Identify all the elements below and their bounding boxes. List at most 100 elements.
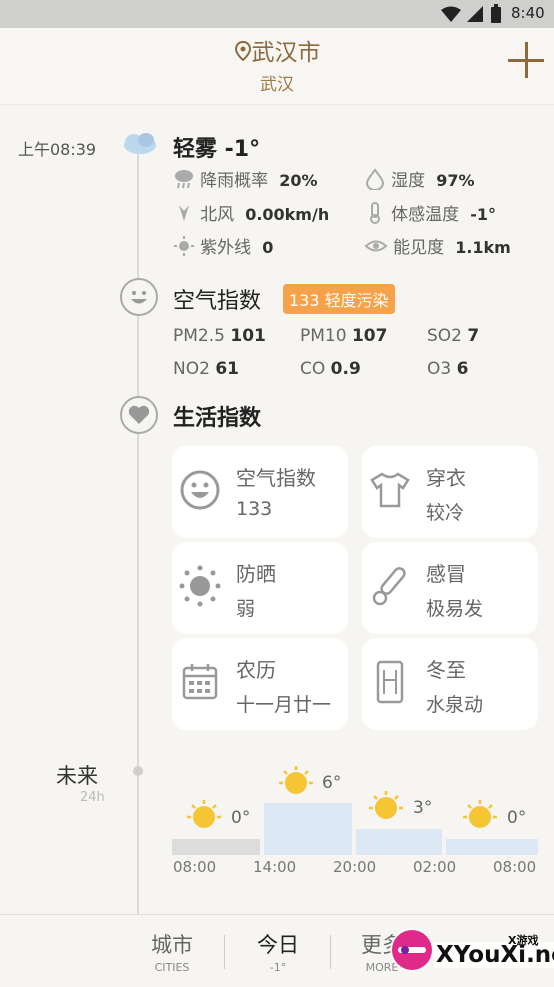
rain-cloud-icon: [175, 170, 193, 189]
uv-sun-icon: [174, 236, 194, 256]
city-title[interactable]: 武汉市: [0, 33, 554, 67]
location-pin-icon: [234, 41, 251, 61]
air-title: 空气指数: [173, 289, 262, 314]
forecast-sub: 24h: [80, 790, 105, 805]
city-name: 武汉市: [251, 40, 321, 66]
nav-divider: [330, 935, 331, 969]
forecast-bar-1: [172, 839, 260, 855]
sun-icon: [369, 791, 403, 819]
life-card-value: 极易发: [426, 598, 484, 620]
life-card-title: 穿衣: [426, 466, 466, 490]
calendar-icon: [182, 664, 218, 700]
status-bar: 8:40: [0, 0, 554, 28]
air-smile-icon: [120, 278, 158, 316]
nav-today-sublabel: -1°: [269, 961, 287, 974]
no2-value: 61: [215, 359, 239, 379]
nav-today-label: 今日: [257, 933, 299, 957]
so2-name: SO2: [427, 326, 462, 346]
droplet-icon: [365, 168, 385, 191]
o3-value: 6: [456, 359, 469, 379]
sun-icon: [187, 800, 221, 828]
life-card-value: 133: [236, 498, 273, 520]
header: 武汉市 武汉: [0, 28, 554, 105]
thermometer-small-icon: [370, 202, 380, 224]
feel-label: 体感温度: [391, 205, 460, 225]
life-card-title: 感冒: [426, 562, 466, 586]
life-card-air[interactable]: 空气指数 133: [172, 446, 348, 538]
nav-cities[interactable]: 城市 CITIES: [130, 929, 214, 974]
life-card-value: 弱: [236, 598, 256, 620]
heart-icon: [120, 396, 158, 434]
co-value: 0.9: [330, 359, 361, 379]
life-card-cold[interactable]: 感冒 极易发: [362, 542, 538, 634]
timeline-line: [137, 150, 139, 915]
visibility-value: 1.1km: [455, 238, 511, 257]
fog-cloud-icon: [124, 133, 156, 154]
forecast-time: 08:00: [493, 858, 537, 876]
life-card-value: 十一月廿一: [236, 694, 332, 716]
observation-time: 上午08:39: [18, 140, 97, 159]
humidity-value: 97%: [436, 171, 475, 190]
life-card-clothing[interactable]: 穿衣 较冷: [362, 446, 538, 538]
life-card-lunar[interactable]: 农历 十一月廿一: [172, 638, 348, 730]
smile-icon: [180, 470, 220, 510]
humidity-label: 湿度: [391, 171, 426, 191]
thermometer-icon: [372, 567, 406, 606]
humidity-row: 湿度 97%: [364, 166, 474, 191]
pollutant-co: CO 0.9: [300, 359, 361, 379]
life-card-title: 冬至: [426, 658, 466, 682]
nav-divider: [224, 935, 225, 969]
rain-row: 降雨概率 20%: [173, 166, 317, 191]
life-card-solar-term[interactable]: 冬至 水泉动: [362, 638, 538, 730]
nav-today[interactable]: 今日 -1°: [236, 929, 320, 974]
city-subtitle: 武汉: [260, 75, 294, 95]
wind-direction-icon: [179, 205, 189, 221]
uv-row: 紫外线 0: [173, 233, 273, 258]
battery-icon: [491, 4, 501, 23]
uv-value: 0: [262, 238, 274, 257]
nav-cities-label: 城市: [151, 933, 193, 957]
forecast-temp: 3°: [413, 798, 433, 818]
signal-icon: [467, 6, 483, 22]
life-card-title: 空气指数: [236, 466, 316, 490]
forecast-temp: 6°: [322, 773, 342, 793]
wind-row: 北风 0.00km/h: [173, 200, 329, 225]
forecast-time: 14:00: [253, 858, 297, 876]
pm10-name: PM10: [300, 326, 347, 346]
so2-value: 7: [467, 326, 480, 346]
forecast-time: 08:00: [173, 858, 217, 876]
life-card-value: 较冷: [426, 502, 465, 524]
pollutant-o3: O3 6: [427, 359, 468, 379]
rain-value: 20%: [279, 171, 318, 190]
wind-value: 0.00km/h: [245, 205, 330, 224]
visibility-row: 能见度 1.1km: [364, 233, 511, 258]
pollutant-pm10: PM10 107: [300, 326, 387, 346]
uv-label: 紫外线: [200, 238, 252, 258]
rain-label: 降雨概率: [200, 171, 269, 191]
watermark-logo-icon: [390, 928, 434, 972]
feel-row: 体感温度 -1°: [364, 200, 496, 225]
watermark-small: X游戏: [508, 934, 539, 947]
forecast-label: 未来: [56, 764, 98, 788]
sun-icon: [179, 565, 221, 607]
add-city-button[interactable]: [506, 40, 546, 80]
pm25-name: PM2.5: [173, 326, 225, 346]
forecast-dot: [133, 766, 143, 776]
forecast-bar-4: [446, 839, 538, 855]
pollutant-pm25: PM2.5 101: [173, 326, 266, 346]
forecast-temp: 0°: [507, 808, 527, 828]
wind-label: 北风: [200, 205, 235, 225]
solar-term-icon: [376, 660, 404, 704]
sun-icon: [463, 800, 497, 828]
life-card-value: 水泉动: [426, 694, 484, 716]
life-card-sunscreen[interactable]: 防晒 弱: [172, 542, 348, 634]
status-time: 8:40: [511, 4, 545, 22]
forecast-time: 02:00: [413, 858, 457, 876]
eye-icon: [364, 240, 388, 252]
current-condition: 轻雾 -1°: [173, 137, 261, 162]
life-title: 生活指数: [173, 406, 262, 431]
forecast-bar-2: [264, 803, 352, 855]
shirt-icon: [370, 472, 410, 508]
pollutant-no2: NO2 61: [173, 359, 239, 379]
life-card-title: 防晒: [236, 562, 276, 586]
